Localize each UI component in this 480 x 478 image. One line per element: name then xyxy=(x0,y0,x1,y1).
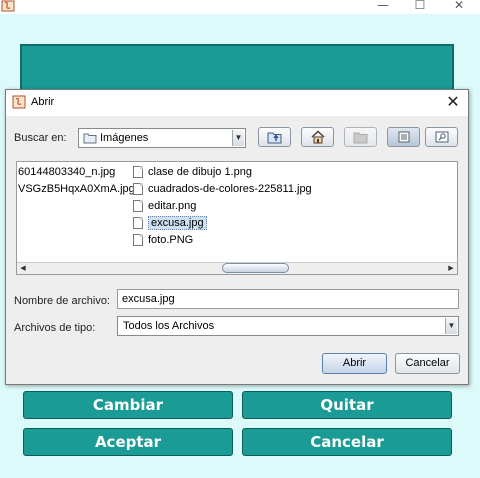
look-in-label: Buscar en: xyxy=(14,132,67,144)
dialog-close-button[interactable]: ✕ xyxy=(444,93,462,111)
file-item[interactable]: cuadrados-de-colores-225811.jpg xyxy=(133,181,312,197)
file-icon xyxy=(133,183,143,196)
file-list[interactable]: 60144803340_n.jpg VSGzB5HqxA0XmA.jpg cla… xyxy=(16,161,458,275)
file-item-selected[interactable]: excusa.jpg xyxy=(133,215,207,231)
horizontal-scrollbar[interactable]: ◀ ▶ xyxy=(17,262,457,274)
filetype-combo[interactable]: Todos los Archivos ▼ xyxy=(117,316,459,336)
cambiar-button[interactable]: Cambiar xyxy=(23,391,233,419)
filename-input[interactable]: excusa.jpg xyxy=(117,289,459,309)
window-titlebar: — ☐ ✕ xyxy=(0,0,480,14)
file-icon xyxy=(133,200,143,213)
list-view-button[interactable] xyxy=(387,127,420,147)
file-icon xyxy=(133,166,143,179)
cancel-button[interactable]: Cancelar xyxy=(395,353,460,374)
maximize-button[interactable]: ☐ xyxy=(405,0,435,13)
details-view-button[interactable] xyxy=(425,127,458,147)
up-folder-icon xyxy=(267,132,282,144)
open-file-dialog: Abrir ✕ Buscar en: Imágenes ▼ 6014480334… xyxy=(5,89,469,385)
scroll-thumb[interactable] xyxy=(222,263,289,273)
scroll-right-icon[interactable]: ▶ xyxy=(446,264,456,273)
file-icon xyxy=(133,234,143,247)
file-item[interactable]: clase de dibujo 1.png xyxy=(133,164,252,180)
cancelar-button[interactable]: Cancelar xyxy=(242,428,452,456)
look-in-value: Imágenes xyxy=(100,132,149,144)
java-icon xyxy=(12,95,26,109)
dialog-titlebar: Abrir ✕ xyxy=(6,90,468,116)
scroll-left-icon[interactable]: ◀ xyxy=(18,264,28,273)
details-view-icon xyxy=(435,131,449,143)
look-in-combo[interactable]: Imágenes ▼ xyxy=(78,128,246,148)
quitar-button[interactable]: Quitar xyxy=(242,391,452,419)
minimize-button[interactable]: — xyxy=(368,0,398,13)
file-icon xyxy=(133,217,143,230)
file-item[interactable]: editar.png xyxy=(133,198,196,214)
list-view-icon xyxy=(398,131,410,143)
home-button[interactable] xyxy=(301,127,334,147)
dialog-title: Abrir xyxy=(31,96,55,108)
filename-label: Nombre de archivo: xyxy=(14,295,110,307)
java-icon xyxy=(1,0,15,12)
open-button[interactable]: Abrir xyxy=(322,353,387,374)
filetype-label: Archivos de tipo: xyxy=(14,322,96,334)
home-icon xyxy=(311,130,325,144)
filetype-value: Todos los Archivos xyxy=(123,320,215,332)
close-button[interactable]: ✕ xyxy=(444,0,474,13)
aceptar-button[interactable]: Aceptar xyxy=(23,428,233,456)
file-item[interactable]: VSGzB5HqxA0XmA.jpg xyxy=(18,181,135,197)
chevron-down-icon[interactable]: ▼ xyxy=(232,130,244,146)
new-folder-button[interactable] xyxy=(344,127,377,147)
up-folder-button[interactable] xyxy=(258,127,291,147)
folder-icon xyxy=(83,133,97,144)
file-item[interactable]: 60144803340_n.jpg xyxy=(18,164,115,180)
file-item[interactable]: foto.PNG xyxy=(133,232,193,248)
new-folder-icon xyxy=(353,132,368,144)
chevron-down-icon[interactable]: ▼ xyxy=(445,318,457,334)
